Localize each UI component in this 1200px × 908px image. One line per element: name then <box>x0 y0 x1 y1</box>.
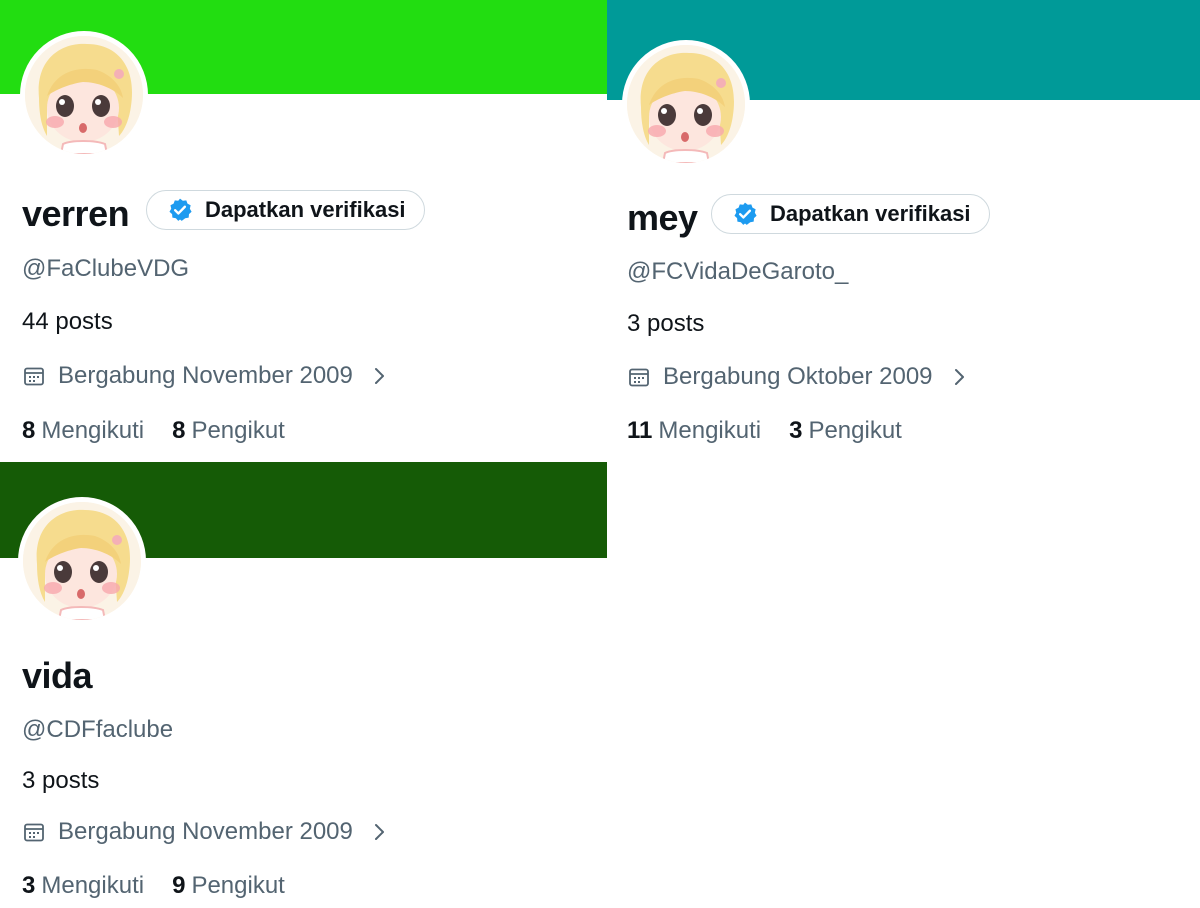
calendar-icon <box>22 820 46 844</box>
joined-date-text: Bergabung November 2009 <box>58 818 353 845</box>
following-count: 11 <box>627 417 653 444</box>
avatar[interactable] <box>622 40 750 168</box>
joined-date-text: Bergabung November 2009 <box>58 362 353 389</box>
followers-link[interactable]: 3 Pengikut <box>789 419 902 443</box>
posts-count: 3 posts <box>627 310 705 337</box>
calendar-icon <box>627 365 651 389</box>
posts-count: 44 posts <box>22 308 113 335</box>
follow-stats: 11 Mengikuti 3 Pengikut <box>627 419 930 443</box>
display-name: vida <box>22 655 93 696</box>
followers-label: Pengikut <box>808 417 902 444</box>
verified-badge-icon <box>167 197 193 223</box>
following-link[interactable]: 3 Mengikuti <box>22 874 144 898</box>
avatar[interactable] <box>20 31 148 159</box>
profile-card-vida: vida @CDFfaclube 3 posts Bergabung Novem… <box>0 462 607 908</box>
avatar[interactable] <box>18 497 146 625</box>
posts-count: 3 posts <box>22 767 100 794</box>
following-label: Mengikuti <box>658 417 762 444</box>
calendar-icon <box>22 364 46 388</box>
get-verified-label: Dapatkan verifikasi <box>770 201 971 226</box>
following-link[interactable]: 8 Mengikuti <box>22 419 144 443</box>
display-name: verren <box>22 193 130 234</box>
following-count: 8 <box>22 417 36 444</box>
followers-label: Pengikut <box>191 872 285 899</box>
followers-count: 9 <box>172 872 186 899</box>
chevron-right-icon <box>369 822 389 842</box>
chevron-right-icon <box>949 367 969 387</box>
display-name: mey <box>627 197 698 238</box>
following-link[interactable]: 11 Mengikuti <box>627 419 761 443</box>
following-label: Mengikuti <box>41 417 145 444</box>
followers-link[interactable]: 8 Pengikut <box>172 419 285 443</box>
chevron-right-icon <box>369 366 389 386</box>
profile-handle: @FaClubeVDG <box>22 255 190 282</box>
get-verified-button[interactable]: Dapatkan verifikasi <box>711 194 990 234</box>
followers-count: 8 <box>172 417 186 444</box>
verified-badge-icon <box>732 201 758 227</box>
profile-card-verren: verren Dapatkan verifikasi @FaClubeVDG 4… <box>0 0 607 462</box>
followers-count: 3 <box>789 417 803 444</box>
get-verified-button[interactable]: Dapatkan verifikasi <box>146 190 425 230</box>
profile-card-mey: mey Dapatkan verifikasi @FCVidaDeGaroto_… <box>607 0 1200 462</box>
joined-date-link[interactable]: Bergabung Oktober 2009 <box>627 365 969 389</box>
followers-label: Pengikut <box>191 417 285 444</box>
profile-handle: @FCVidaDeGaroto_ <box>627 258 849 285</box>
followers-link[interactable]: 9 Pengikut <box>172 874 285 898</box>
follow-stats: 8 Mengikuti 8 Pengikut <box>22 419 313 443</box>
profile-handle: @CDFfaclube <box>22 716 174 743</box>
joined-date-link[interactable]: Bergabung November 2009 <box>22 364 389 388</box>
following-count: 3 <box>22 872 36 899</box>
get-verified-label: Dapatkan verifikasi <box>205 197 406 222</box>
joined-date-link[interactable]: Bergabung November 2009 <box>22 820 389 844</box>
follow-stats: 3 Mengikuti 9 Pengikut <box>22 874 313 898</box>
joined-date-text: Bergabung Oktober 2009 <box>663 363 933 390</box>
following-label: Mengikuti <box>41 872 145 899</box>
